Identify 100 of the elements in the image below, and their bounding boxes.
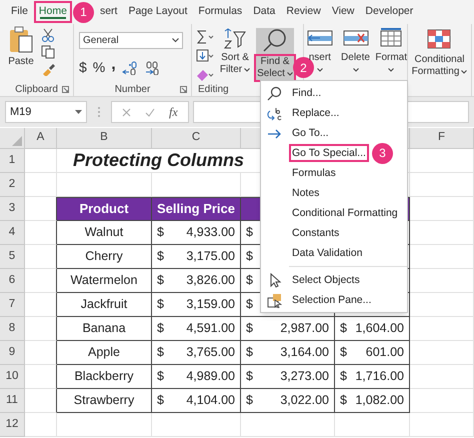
row-header[interactable]: 7: [0, 293, 25, 317]
column-header[interactable]: B: [57, 128, 152, 149]
ribbon-tab[interactable]: Data: [248, 1, 280, 23]
chevron-down-icon[interactable]: [388, 68, 394, 72]
chevron-down-icon[interactable]: [286, 72, 293, 76]
table-cell[interactable]: Watermelon: [57, 269, 152, 293]
table-cell[interactable]: $ 3,765.00: [152, 341, 241, 365]
table-cell[interactable]: $ 3,175.00: [152, 245, 241, 269]
search-icon[interactable]: [262, 28, 288, 52]
dropdown-arrow-icon[interactable]: [75, 110, 82, 114]
menu-item[interactable]: Conditional Formatting: [289, 204, 401, 222]
menu-item[interactable]: Replace...: [289, 104, 342, 122]
row-header[interactable]: 2: [0, 173, 25, 197]
ribbon-button[interactable]: Conditional Formatting: [412, 28, 468, 82]
currency-sign: $: [246, 248, 253, 266]
clipboard-icon[interactable]: [8, 26, 34, 54]
name-box[interactable]: M19: [5, 101, 87, 123]
table-cell[interactable]: $ 3,022.00: [241, 389, 335, 413]
table-cell[interactable]: $ 3,826.00: [152, 269, 241, 293]
table-cell[interactable]: Strawberry: [57, 389, 152, 413]
table-cell[interactable]: Blackberry: [57, 365, 152, 389]
menu-item[interactable]: Select Objects: [289, 271, 363, 289]
table-cell[interactable]: $ 4,933.00: [152, 221, 241, 245]
menu-item[interactable]: Find...: [289, 84, 324, 102]
ribbon-tab[interactable]: Home: [34, 1, 72, 23]
ribbon-tab[interactable]: Review: [281, 1, 326, 23]
ribbon-tab[interactable]: View: [326, 1, 360, 23]
row-header[interactable]: 4: [0, 221, 25, 245]
fill-down-icon[interactable]: [196, 49, 214, 63]
row-header[interactable]: 5: [0, 245, 25, 269]
row-header[interactable]: 3: [0, 197, 25, 221]
table-cell[interactable]: $ 1,716.00: [335, 365, 410, 389]
table-cell[interactable]: Apple: [57, 341, 152, 365]
table-cell[interactable]: $ 3,273.00: [241, 365, 335, 389]
row-header[interactable]: 8: [0, 317, 25, 341]
table-cell[interactable]: $ 1,082.00: [335, 389, 410, 413]
replace-icon[interactable]: [267, 106, 282, 120]
decrease-decimal-icon[interactable]: [144, 60, 160, 74]
column-header[interactable]: C: [152, 128, 241, 149]
ribbon-button[interactable]: Find & Select: [256, 28, 294, 82]
table-cell[interactable]: $ 3,159.00: [152, 293, 241, 317]
ribbon-button[interactable]: Sort & Filter: [216, 28, 254, 82]
menu-item[interactable]: Go To Special...: [289, 144, 369, 162]
scissors-icon[interactable]: [41, 28, 55, 42]
table-cell[interactable]: Banana: [57, 317, 152, 341]
check-icon[interactable]: [145, 108, 155, 116]
table-cell[interactable]: $ 4,104.00: [152, 389, 241, 413]
column-header[interactable]: F: [410, 128, 474, 149]
menu-item[interactable]: Selection Pane...: [289, 291, 374, 309]
dialog-launcher-icon[interactable]: [62, 86, 69, 92]
delete-cells-icon[interactable]: [342, 28, 370, 48]
table-cell[interactable]: $ 601.00: [335, 341, 410, 365]
search-icon[interactable]: [267, 86, 282, 100]
chevron-down-icon[interactable]: [172, 38, 179, 43]
table-cell[interactable]: $ 4,591.00: [152, 317, 241, 341]
percent-button[interactable]: %: [92, 57, 106, 78]
sort-filter-icon[interactable]: [223, 28, 247, 50]
chevron-down-icon[interactable]: [316, 68, 323, 72]
drag-handle-icon[interactable]: [97, 106, 101, 118]
table-cell[interactable]: $ 1,604.00: [335, 317, 410, 341]
table-cell[interactable]: Walnut: [57, 221, 152, 245]
eraser-icon[interactable]: [196, 68, 214, 82]
row-header[interactable]: 1: [0, 149, 25, 173]
column-header[interactable]: A: [25, 128, 57, 149]
sum-icon[interactable]: [196, 30, 214, 44]
conditional-formatting-icon[interactable]: [426, 28, 452, 50]
table-cell[interactable]: $ 2,987.00: [241, 317, 335, 341]
table-cell[interactable]: Cherry: [57, 245, 152, 269]
ribbon-tab[interactable]: Developer: [360, 1, 418, 23]
table-cell[interactable]: $ 4,989.00: [152, 365, 241, 389]
menu-item[interactable]: Notes: [289, 184, 322, 202]
ribbon-tab[interactable]: File: [6, 1, 33, 23]
chevron-down-icon[interactable]: [244, 68, 250, 72]
table-cell[interactable]: $ 3,164.00: [241, 341, 335, 365]
selection-pane-icon[interactable]: [267, 292, 282, 308]
row-header[interactable]: 11: [0, 389, 25, 413]
number-format-dropdown[interactable]: General: [79, 32, 183, 49]
comma-button[interactable]: ,: [111, 60, 116, 76]
menu-item[interactable]: Constants: [289, 224, 342, 242]
row-header[interactable]: 9: [0, 341, 25, 365]
chevron-down-icon[interactable]: [461, 70, 468, 74]
insert-cells-icon[interactable]: [306, 28, 334, 48]
insert-function-button[interactable]: fx: [169, 103, 178, 121]
cell-value: 2,987.00: [280, 320, 329, 338]
row-header[interactable]: 12: [0, 413, 25, 437]
currency-button[interactable]: $: [79, 57, 87, 78]
dialog-launcher-icon[interactable]: [180, 86, 187, 92]
ribbon-tab[interactable]: Page Layout: [123, 1, 192, 23]
brush-icon[interactable]: [41, 62, 55, 76]
menu-item[interactable]: Data Validation: [289, 244, 366, 262]
ribbon-tab[interactable]: Formulas: [193, 1, 248, 23]
menu-item[interactable]: Go To...: [289, 124, 332, 142]
increase-decimal-icon[interactable]: [122, 60, 138, 74]
row-header[interactable]: 10: [0, 365, 25, 389]
table-cell[interactable]: Jackfruit: [57, 293, 152, 317]
row-header[interactable]: 6: [0, 269, 25, 293]
ribbon-tab[interactable]: sert: [94, 1, 122, 23]
copy-icon[interactable]: [41, 45, 55, 59]
chevron-down-icon[interactable]: [352, 68, 358, 72]
paste-button[interactable]: Paste: [4, 26, 38, 82]
